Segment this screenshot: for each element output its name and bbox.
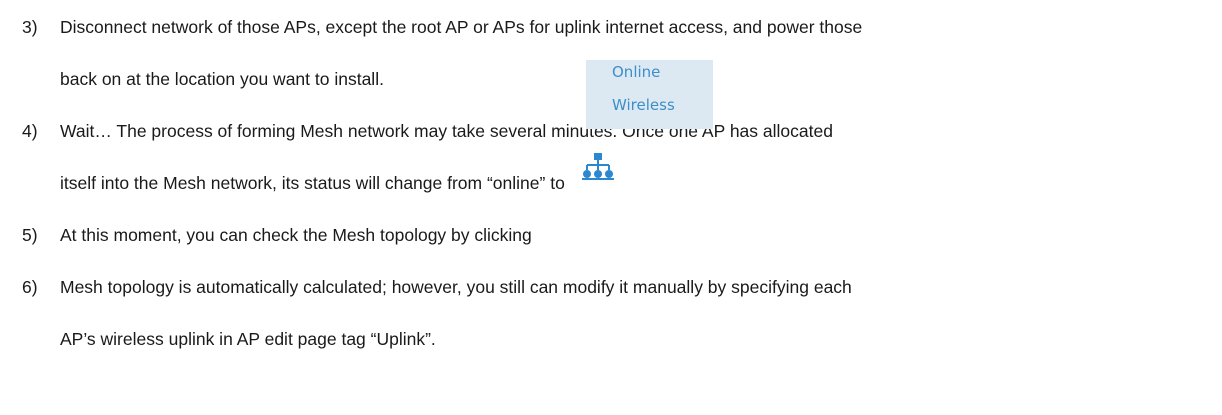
step-number: 3): [22, 17, 38, 37]
step-text-line: itself into the Mesh network, its status…: [60, 173, 565, 193]
step-text-line: At this moment, you can check the Mesh t…: [60, 225, 532, 245]
network-topology-icon: [578, 149, 618, 183]
step-number: 4): [22, 121, 38, 141]
step-number: 5): [22, 225, 38, 245]
step-number: 6): [22, 277, 38, 297]
step-text-line: Mesh topology is automatically calculate…: [60, 277, 852, 297]
step-text-line: back on at the location you want to inst…: [60, 69, 384, 89]
step-text-line: Disconnect network of those APs, except …: [60, 17, 863, 37]
step-text-line: Wait… The process of forming Mesh networ…: [60, 121, 833, 141]
status-wireless-label: Wireless: [612, 96, 675, 114]
status-badge: Online Wireless: [586, 60, 713, 129]
status-online-label: Online: [612, 63, 661, 81]
step-text-line: AP’s wireless uplink in AP edit page tag…: [60, 329, 436, 349]
